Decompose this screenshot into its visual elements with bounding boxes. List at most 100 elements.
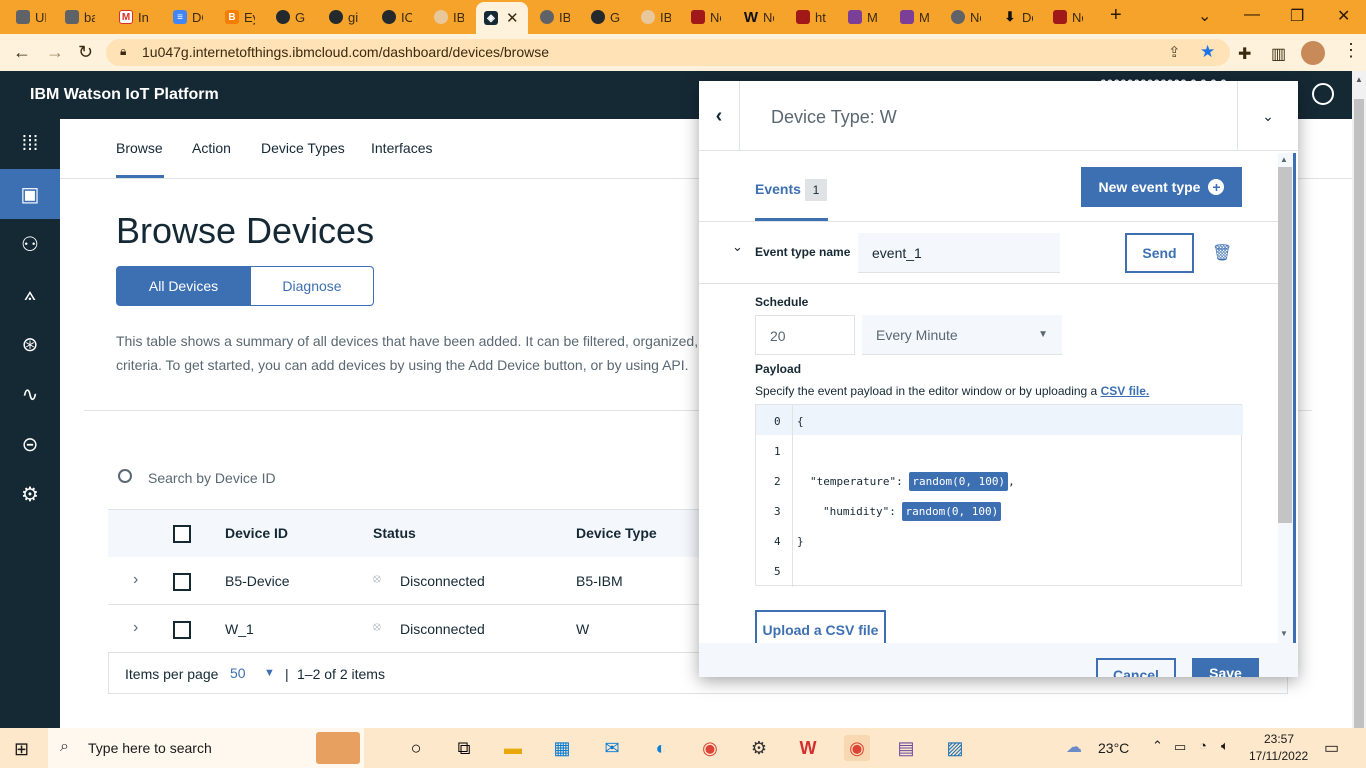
payload-editor[interactable]: 0 1 2 3 4 5 { "temperature": random(0, 1… — [755, 404, 1243, 587]
browser-tab-active[interactable]: ◈ ✕ — [476, 2, 528, 34]
cortana-icon[interactable]: ○ — [403, 735, 429, 761]
diagnose-button[interactable]: Diagnose — [250, 266, 374, 306]
close-window-icon[interactable]: ✕ — [1337, 6, 1350, 26]
panel-scrollbar[interactable]: ▲ ▼ — [1278, 153, 1296, 643]
access-icon[interactable]: ⊝ — [0, 419, 60, 469]
browser-tab[interactable]: ⬇Do — [995, 4, 1033, 30]
save-button[interactable]: Save — [1192, 658, 1259, 677]
minimize-icon[interactable]: — — [1244, 6, 1260, 24]
profile-avatar[interactable] — [1301, 41, 1325, 65]
file-explorer-icon[interactable]: ▬ — [500, 735, 526, 761]
user-profile-icon[interactable] — [1312, 83, 1334, 105]
clock-date[interactable]: 17/11/2022 — [1249, 749, 1308, 763]
browser-tab[interactable]: Gi — [268, 4, 306, 30]
browser-tab[interactable]: Ne — [1045, 4, 1083, 30]
extensions-icon[interactable]: ✚ — [1238, 44, 1251, 64]
collapse-chevron-icon[interactable]: ⌄ — [732, 239, 743, 255]
members-icon[interactable]: ⚇ — [0, 219, 60, 269]
browser-tab[interactable]: ht — [788, 4, 826, 30]
scrollbar-thumb[interactable] — [1278, 167, 1292, 523]
browser-tab[interactable]: Ne — [683, 4, 721, 30]
reload-icon[interactable]: ↻ — [78, 42, 93, 63]
menu-dots-icon[interactable]: ⋮ — [1342, 40, 1360, 61]
column-header-device-id[interactable]: Device ID — [225, 525, 288, 541]
browser-tab[interactable]: M — [840, 4, 878, 30]
close-tab-icon[interactable]: ✕ — [506, 9, 519, 27]
browser-tab[interactable]: Ne — [943, 4, 981, 30]
browser-tab[interactable]: M — [892, 4, 930, 30]
devices-icon[interactable]: ▣ — [0, 169, 60, 219]
items-per-page-select[interactable]: 50 — [230, 665, 246, 681]
bookmark-star-icon[interactable]: ★ — [1200, 42, 1215, 62]
scroll-up-icon[interactable]: ▲ — [1280, 155, 1288, 164]
new-tab-button[interactable]: + — [1110, 4, 1122, 27]
trash-icon[interactable]: 🗑︎ — [1212, 243, 1232, 263]
browser-tab[interactable]: ba — [57, 4, 95, 30]
clock-time[interactable]: 23:57 — [1264, 732, 1294, 746]
wps-icon[interactable]: W — [795, 735, 821, 761]
settings-icon[interactable]: ⚙ — [0, 469, 60, 519]
restore-icon[interactable]: ❐ — [1290, 6, 1304, 26]
row-checkbox[interactable] — [173, 573, 191, 591]
chevron-right-icon[interactable]: › — [133, 619, 138, 637]
mail-icon[interactable]: ✉ — [599, 735, 625, 761]
share-icon[interactable]: ⇪ — [1168, 43, 1181, 61]
page-scrollbar[interactable]: ▲ — [1352, 71, 1366, 729]
browser-tab[interactable]: BEy — [217, 4, 255, 30]
side-panel-icon[interactable]: ▥ — [1271, 44, 1286, 64]
show-hidden-icon[interactable]: ⌃ — [1152, 738, 1163, 754]
event-type-input[interactable]: event_1 — [858, 233, 1060, 273]
back-chevron-icon[interactable]: ‹ — [699, 81, 740, 151]
browser-tab[interactable]: Gi — [583, 4, 621, 30]
all-devices-button[interactable]: All Devices — [116, 266, 251, 306]
select-all-checkbox[interactable] — [173, 525, 191, 543]
weather-temp[interactable]: 23°C — [1098, 740, 1129, 756]
usage-icon[interactable]: ∿ — [0, 369, 60, 419]
browser-tab[interactable]: ≡DC — [165, 4, 203, 30]
settings-icon[interactable]: ⚙ — [746, 735, 772, 761]
send-button[interactable]: Send — [1125, 233, 1194, 273]
column-header-status[interactable]: Status — [373, 525, 416, 541]
battery-icon[interactable]: ▭ — [1174, 739, 1186, 755]
tab-events[interactable]: Events — [755, 181, 801, 197]
tab-search-icon[interactable]: ⌄ — [1198, 6, 1211, 26]
task-view-icon[interactable]: ⧉ — [451, 735, 477, 761]
cancel-button[interactable]: Cancel — [1096, 658, 1176, 677]
tab-device-types[interactable]: Device Types — [261, 140, 345, 156]
chevron-down-icon[interactable]: ⌄ — [1237, 81, 1298, 151]
schedule-unit-select[interactable]: Every Minute ▼ — [862, 315, 1062, 355]
apps-icon[interactable]: ⁞⁞⁞ — [0, 119, 60, 169]
schedule-value-input[interactable]: 20 — [755, 315, 855, 355]
chrome-icon[interactable]: ◉ — [697, 735, 723, 761]
scrollbar-thumb[interactable] — [1354, 99, 1364, 729]
browser-tab[interactable]: UE — [8, 4, 46, 30]
photos-icon[interactable]: ▨ — [942, 735, 968, 761]
scroll-up-icon[interactable]: ▲ — [1355, 75, 1363, 84]
browser-tab[interactable]: WNe — [736, 4, 774, 30]
store-icon[interactable]: ▦ — [549, 735, 575, 761]
caret-down-icon[interactable]: ▼ — [264, 667, 275, 679]
browser-tab[interactable]: IO — [374, 4, 412, 30]
browser-tab[interactable]: MInb — [111, 4, 149, 30]
forward-icon[interactable]: → — [46, 42, 64, 63]
tab-interfaces[interactable]: Interfaces — [371, 140, 432, 156]
edge-icon[interactable]: ◐ — [648, 735, 674, 761]
tab-action[interactable]: Action — [192, 140, 231, 156]
browser-tab[interactable]: IBI — [633, 4, 671, 30]
new-event-type-button[interactable]: New event type + — [1081, 167, 1242, 207]
browser-tab[interactable]: IBI — [426, 4, 464, 30]
rules-icon[interactable]: ⟑ — [0, 269, 60, 319]
search-input[interactable]: Search by Device ID — [148, 470, 276, 486]
csv-file-link[interactable]: CSV file. — [1101, 384, 1150, 398]
browser-tab[interactable]: IBI — [532, 4, 570, 30]
row-checkbox[interactable] — [173, 621, 191, 639]
volume-icon[interactable]: 🔈︎ — [1221, 738, 1229, 754]
chrome-active-icon[interactable]: ◉ — [844, 735, 870, 761]
security-icon[interactable]: ⊛ — [0, 319, 60, 369]
url-field[interactable]: 🔒︎ 1u047g.internetofthings.ibmcloud.com/… — [106, 39, 1230, 66]
wifi-icon[interactable]: ◔ — [1199, 738, 1207, 753]
app-icon[interactable]: ▤ — [893, 735, 919, 761]
browser-tab[interactable]: gi — [321, 4, 359, 30]
tab-browse[interactable]: Browse — [116, 140, 163, 156]
taskbar-search[interactable]: ⌕ Type here to search — [48, 728, 364, 768]
